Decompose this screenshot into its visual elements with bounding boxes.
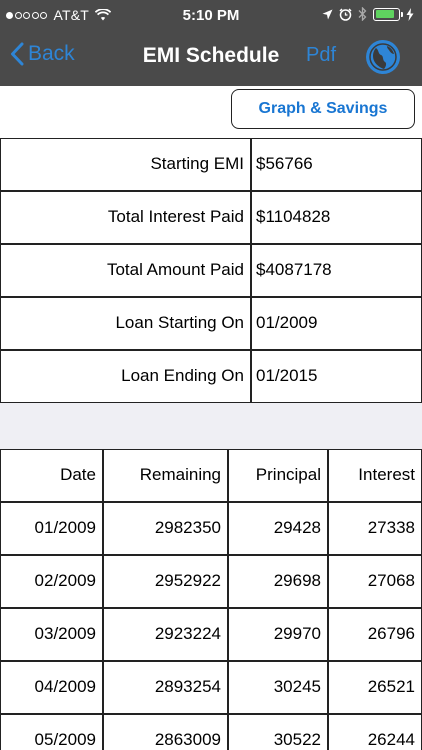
date-cell: 03/2009 xyxy=(0,608,103,661)
table-row: 04/2009 2893254 30245 26521 xyxy=(0,661,422,714)
table-row: 05/2009 2863009 30522 26244 xyxy=(0,714,422,750)
graph-savings-button[interactable]: Graph & Savings xyxy=(231,89,415,129)
remaining-cell: 2982350 xyxy=(103,502,228,555)
back-button[interactable]: Back xyxy=(10,42,75,66)
interest-cell: 27338 xyxy=(328,502,422,555)
summary-value: $4087178 xyxy=(251,244,422,297)
remaining-cell: 2952922 xyxy=(103,555,228,608)
emi-schedule-table[interactable]: Date Remaining Principal Interest 01/200… xyxy=(0,449,422,750)
table-header-row: Date Remaining Principal Interest xyxy=(0,449,422,502)
remaining-cell: 2863009 xyxy=(103,714,228,750)
status-right xyxy=(316,7,414,21)
column-header-remaining: Remaining xyxy=(103,449,228,502)
battery-icon xyxy=(373,7,403,21)
interest-cell: 26796 xyxy=(328,608,422,661)
column-header-principal: Principal xyxy=(228,449,328,502)
date-cell: 04/2009 xyxy=(0,661,103,714)
summary-label: Loan Ending On xyxy=(0,350,251,403)
summary-label: Loan Starting On xyxy=(0,297,251,350)
summary-value: $56766 xyxy=(251,138,422,191)
interest-cell: 26521 xyxy=(328,661,422,714)
summary-row: Total Amount Paid $4087178 xyxy=(0,244,422,297)
principal-cell: 30522 xyxy=(228,714,328,750)
principal-cell: 30245 xyxy=(228,661,328,714)
table-row: 01/2009 2982350 29428 27338 xyxy=(0,502,422,555)
globe-button[interactable] xyxy=(364,38,402,81)
summary-row: Starting EMI $56766 xyxy=(0,138,422,191)
globe-icon xyxy=(366,40,400,74)
summary-label: Starting EMI xyxy=(0,138,251,191)
remaining-cell: 2893254 xyxy=(103,661,228,714)
summary-value: 01/2015 xyxy=(251,350,422,403)
back-button-label: Back xyxy=(28,42,75,65)
summary-row: Loan Ending On 01/2015 xyxy=(0,350,422,403)
table-row: 02/2009 2952922 29698 27068 xyxy=(0,555,422,608)
date-cell: 01/2009 xyxy=(0,502,103,555)
table-row: 03/2009 2923224 29970 26796 xyxy=(0,608,422,661)
location-arrow-icon xyxy=(322,9,333,19)
column-header-interest: Interest xyxy=(328,449,422,502)
charging-bolt-icon xyxy=(406,7,414,21)
section-divider xyxy=(0,403,422,449)
date-cell: 05/2009 xyxy=(0,714,103,750)
column-header-date: Date xyxy=(0,449,103,502)
principal-cell: 29428 xyxy=(228,502,328,555)
pdf-button[interactable]: Pdf xyxy=(306,44,336,67)
interest-cell: 26244 xyxy=(328,714,422,750)
bluetooth-icon xyxy=(358,7,367,21)
chevron-left-icon xyxy=(11,42,24,66)
date-cell: 02/2009 xyxy=(0,555,103,608)
principal-cell: 29970 xyxy=(228,608,328,661)
actions-row: Graph & Savings xyxy=(0,86,422,136)
alarm-clock-icon xyxy=(339,7,352,21)
summary-row: Loan Starting On 01/2009 xyxy=(0,297,422,350)
principal-cell: 29698 xyxy=(228,555,328,608)
navigation-bar: Back EMI Schedule Pdf xyxy=(0,30,422,86)
summary-label: Total Interest Paid xyxy=(0,191,251,244)
remaining-cell: 2923224 xyxy=(103,608,228,661)
interest-cell: 27068 xyxy=(328,555,422,608)
summary-value: 01/2009 xyxy=(251,297,422,350)
summary-value: $1104828 xyxy=(251,191,422,244)
summary-row: Total Interest Paid $1104828 xyxy=(0,191,422,244)
summary-label: Total Amount Paid xyxy=(0,244,251,297)
loan-summary-table: Starting EMI $56766 Total Interest Paid … xyxy=(0,138,422,403)
status-bar: AT&T 5:10 PM xyxy=(0,0,422,30)
